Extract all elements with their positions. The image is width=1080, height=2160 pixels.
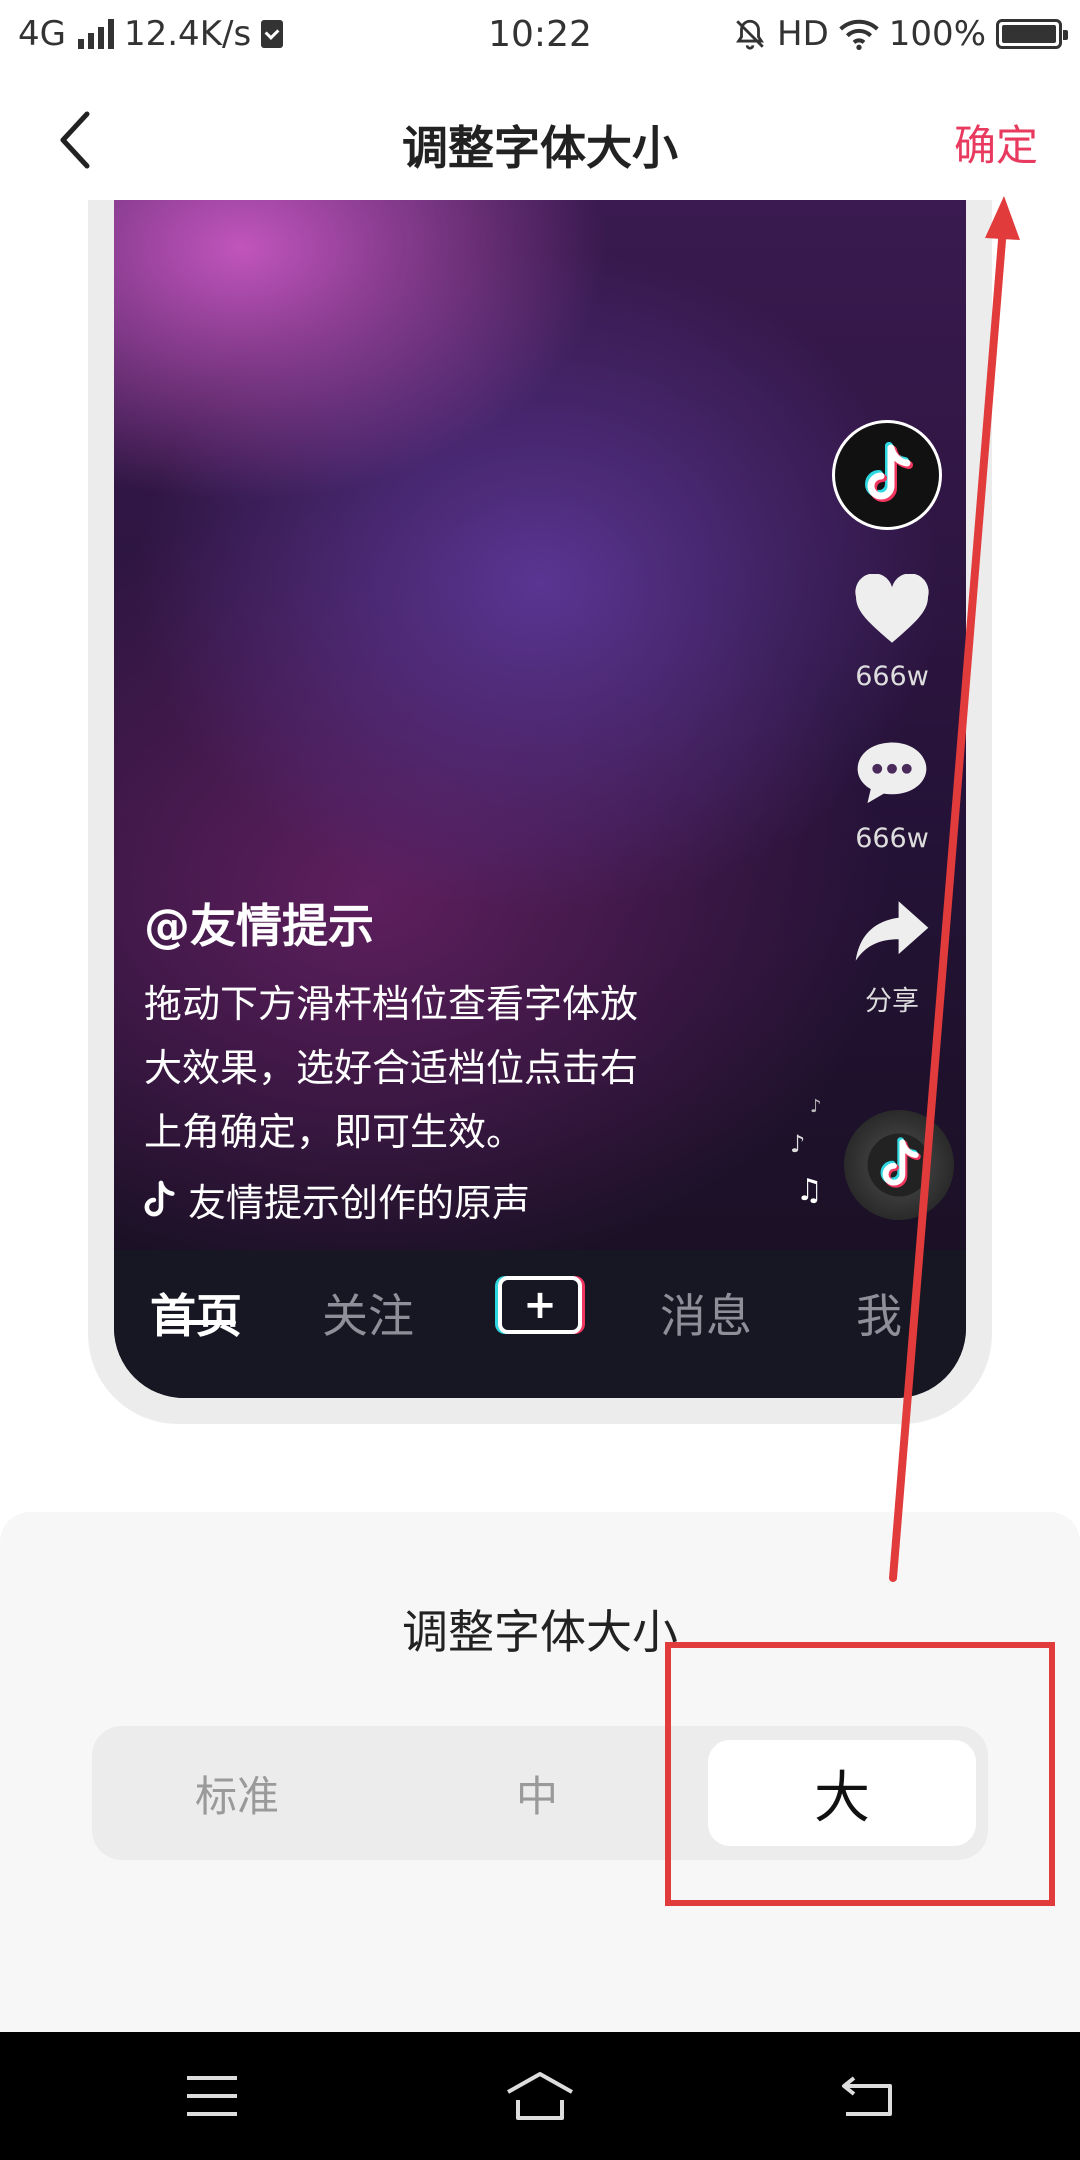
menu-button[interactable]: [172, 2060, 252, 2132]
share-action: 分享: [832, 898, 952, 1018]
preview-tab-bar: 首页 关注 + 消息 我: [114, 1250, 966, 1398]
sound-name: 友情提示创作的原声: [188, 1181, 531, 1225]
description-line: 上角确定，即可生效。: [144, 1110, 525, 1154]
comment-action: 666w: [832, 736, 952, 854]
system-nav-bar: [0, 2032, 1080, 2160]
sound-line: 友情提示创作的原声: [144, 1172, 764, 1227]
side-actions: 666w 666w 分享: [832, 420, 952, 1018]
description: 拖动下方滑杆档位查看字体放 大效果，选好合适档位点击右 上角确定，即可生效。: [144, 972, 764, 1164]
plus-icon: +: [498, 1276, 582, 1334]
hd-badge: HD: [777, 14, 829, 54]
battery-percent: 100%: [888, 14, 986, 54]
annotation-highlight-box: [665, 1642, 1055, 1906]
svg-text:♫: ♫: [796, 1173, 823, 1208]
system-back-button[interactable]: [828, 2060, 908, 2132]
font-option-medium[interactable]: 中: [392, 1726, 682, 1860]
nav-header: 调整字体大小 确定: [0, 72, 1080, 208]
status-bar: 4G 12.4K/s 10:22 HD 100%: [0, 0, 1080, 72]
tab-messages: 消息: [660, 1289, 752, 1343]
comment-count: 666w: [855, 823, 929, 854]
wifi-icon: [839, 19, 879, 50]
svg-text:♪: ♪: [790, 1130, 805, 1158]
preview-screen: 666w 666w 分享 ♪ ♪ ♫ @友情提示 拖动下方滑杆档位查看字体放 大…: [114, 200, 966, 1398]
tab-following: 关注: [322, 1289, 414, 1343]
tab-me: 我: [856, 1289, 902, 1343]
create-button: +: [495, 1276, 585, 1334]
creator-avatar: [832, 420, 942, 530]
music-note-icon: [144, 1180, 175, 1216]
active-tab-indicator: [164, 1320, 236, 1325]
phone-preview-frame: 666w 666w 分享 ♪ ♪ ♫ @友情提示 拖动下方滑杆档位查看字体放 大…: [88, 200, 992, 1424]
like-count: 666w: [855, 661, 929, 692]
home-icon: [507, 2072, 573, 2120]
confirm-button[interactable]: 确定: [954, 112, 1038, 173]
home-button[interactable]: [500, 2060, 580, 2132]
music-notes-icon: ♪ ♪ ♫: [790, 1096, 823, 1208]
font-option-standard[interactable]: 标准: [92, 1726, 382, 1860]
battery-icon: [996, 19, 1068, 49]
menu-icon: [187, 2076, 237, 2116]
caption-area: @友情提示 拖动下方滑杆档位查看字体放 大效果，选好合适档位点击右 上角确定，即…: [144, 890, 764, 1227]
like-action: 666w: [832, 573, 952, 692]
description-line: 大效果，选好合适档位点击右: [144, 1046, 639, 1090]
username: @友情提示: [144, 899, 374, 953]
share-label: 分享: [865, 986, 919, 1017]
tiktok-logo-icon: [880, 1137, 921, 1188]
tiktok-logo-icon: [865, 442, 913, 502]
page-title: 调整字体大小: [402, 121, 678, 175]
heart-icon: [855, 573, 929, 643]
svg-text:♪: ♪: [810, 1096, 822, 1117]
return-icon: [842, 2076, 892, 2116]
mute-bell-icon: [736, 19, 765, 50]
tab-home: 首页: [150, 1289, 242, 1343]
music-disc: [844, 1110, 954, 1220]
share-icon: [855, 901, 929, 961]
description-line: 拖动下方滑杆档位查看字体放: [144, 982, 639, 1026]
comment-icon: [857, 742, 927, 804]
